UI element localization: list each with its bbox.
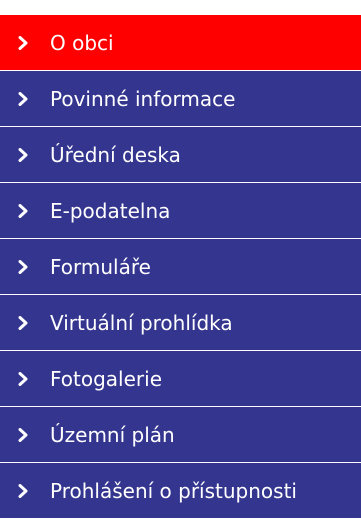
chevron-right-icon [12, 32, 34, 54]
menu-item-label: Formuláře [50, 254, 151, 279]
chevron-right-icon [12, 480, 34, 502]
menu-item-label: O obci [50, 30, 114, 55]
menu-item-label: Územní plán [50, 422, 175, 447]
menu-item-label: Fotogalerie [50, 366, 163, 391]
chevron-right-icon [12, 424, 34, 446]
menu-item-prohlaseni-o-pristupnosti[interactable]: Prohlášení o přístupnosti [0, 463, 361, 518]
menu-item-label: Virtuální prohlídka [50, 310, 233, 335]
menu-item-uredni-deska[interactable]: Úřední deska [0, 127, 361, 182]
menu-item-o-obci[interactable]: O obci [0, 15, 361, 70]
menu-item-e-podatelna[interactable]: E-podatelna [0, 183, 361, 238]
menu-item-label: Prohlášení o přístupnosti [50, 478, 297, 503]
menu-item-povinne-informace[interactable]: Povinné informace [0, 71, 361, 126]
chevron-right-icon [12, 144, 34, 166]
chevron-right-icon [12, 256, 34, 278]
menu-item-fotogalerie[interactable]: Fotogalerie [0, 351, 361, 406]
sidebar-menu: O obci Povinné informace Úřední deska E-… [0, 15, 361, 519]
menu-item-formulare[interactable]: Formuláře [0, 239, 361, 294]
chevron-right-icon [12, 312, 34, 334]
menu-item-label: Povinné informace [50, 86, 236, 111]
chevron-right-icon [12, 200, 34, 222]
menu-item-uzemni-plan[interactable]: Územní plán [0, 407, 361, 462]
menu-item-virtualni-prohlidka[interactable]: Virtuální prohlídka [0, 295, 361, 350]
chevron-right-icon [12, 88, 34, 110]
menu-item-label: Úřední deska [50, 142, 181, 167]
chevron-right-icon [12, 368, 34, 390]
menu-item-label: E-podatelna [50, 198, 171, 223]
